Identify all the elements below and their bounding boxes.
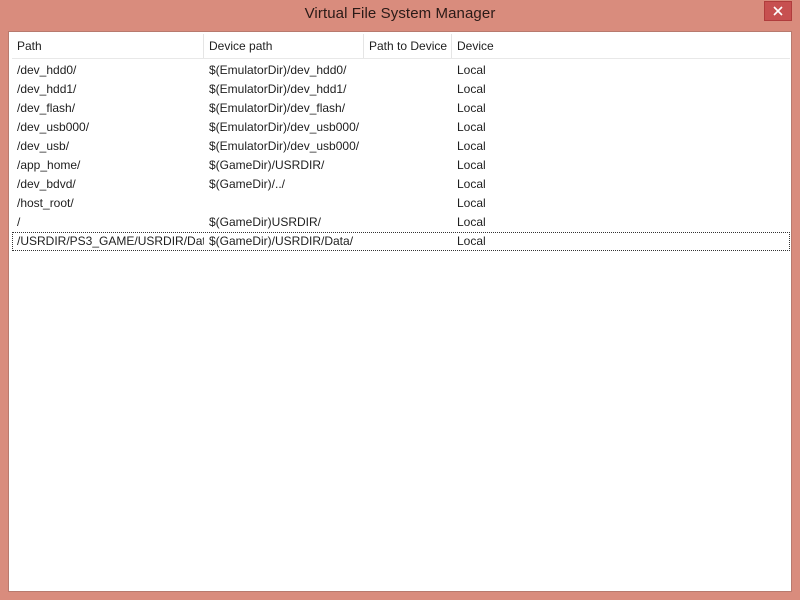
table-row[interactable]: /dev_hdd0/ $(EmulatorDir)/dev_hdd0/Local [12, 61, 790, 80]
cell-path: /dev_usb/ [17, 139, 70, 153]
cell-device: Local [457, 234, 486, 248]
cell-device-path: $(EmulatorDir)/dev_hdd1/ [209, 82, 347, 96]
cell-path: /host_root/ [17, 196, 74, 210]
table-row[interactable]: /dev_usb/ $(EmulatorDir)/dev_usb000/Local [12, 137, 790, 156]
cell-path: / [17, 215, 21, 229]
cell-path: /dev_bdvd/ [17, 177, 76, 191]
cell-path: /app_home/ [17, 158, 81, 172]
cell-device-path: $(GameDir)USRDIR/ [209, 215, 322, 229]
cell-device-path: $(GameDir)/USRDIR/Data/ [209, 234, 354, 248]
table-body: /dev_hdd0/$(EmulatorDir)/dev_hdd0/Local /… [12, 61, 790, 251]
title-bar[interactable]: Virtual File System Manager [0, 0, 800, 32]
table-row[interactable]: /dev_bdvd/ $(GameDir)/../ Local [12, 175, 790, 194]
cell-path-to-device [364, 99, 452, 118]
column-header-path-to-device[interactable]: Path to Device [364, 34, 452, 58]
table-row[interactable]: /dev_flash/ $(EmulatorDir)/dev_flash/Loca… [12, 99, 790, 118]
cell-path: /dev_usb000/ [17, 120, 90, 134]
vfs-table: Path Device path Path to Device Device /… [12, 34, 790, 251]
cell-path-to-device [364, 213, 452, 232]
vfs-list-view[interactable]: Path Device path Path to Device Device /… [8, 31, 792, 592]
cell-device: Local [457, 120, 486, 134]
cell-path-to-device [364, 80, 452, 99]
cell-device-path [204, 194, 364, 213]
cell-path: /USRDIR/PS3_GAME/USRDIR/Data/ [17, 234, 204, 248]
cell-device: Local [457, 196, 486, 210]
app-window: Virtual File System Manager Path Device … [0, 0, 800, 600]
cell-path: /dev_hdd0/ [17, 63, 77, 77]
cell-device: Local [457, 63, 486, 77]
table-row[interactable]: /host_root/Local [12, 194, 790, 213]
cell-device: Local [457, 215, 486, 229]
cell-path: /dev_flash/ [17, 101, 76, 115]
cell-path: /dev_hdd1/ [17, 82, 77, 96]
cell-path-to-device [364, 61, 452, 80]
table-row[interactable]: /dev_hdd1/ $(EmulatorDir)/dev_hdd1/Local [12, 80, 790, 99]
cell-device: Local [457, 82, 486, 96]
cell-device: Local [457, 139, 486, 153]
table-header: Path Device path Path to Device Device [12, 34, 790, 59]
column-header-device[interactable]: Device [452, 34, 790, 58]
cell-device-path: $(GameDir)/../ [209, 177, 286, 191]
cell-device-path: $(GameDir)/USRDIR/ [209, 158, 325, 172]
table-row[interactable]: /USRDIR/PS3_GAME/USRDIR/Data/ $(GameDir)/… [12, 232, 790, 251]
cell-device: Local [457, 101, 486, 115]
cell-path-to-device [364, 118, 452, 137]
cell-path-to-device [364, 137, 452, 156]
column-header-device-path[interactable]: Device path [204, 34, 364, 58]
cell-path-to-device [364, 175, 452, 194]
cell-device-path: $(EmulatorDir)/dev_usb000/ [209, 139, 360, 153]
close-button[interactable] [764, 1, 792, 21]
cell-device-path: $(EmulatorDir)/dev_flash/ [209, 101, 346, 115]
cell-path-to-device [364, 194, 452, 213]
cell-path-to-device [364, 232, 452, 251]
window-title: Virtual File System Manager [304, 5, 496, 22]
cell-device: Local [457, 158, 486, 172]
table-row[interactable]: /dev_usb000/ $(EmulatorDir)/dev_usb000/Lo… [12, 118, 790, 137]
cell-device-path: $(EmulatorDir)/dev_usb000/ [209, 120, 360, 134]
column-header-path[interactable]: Path [12, 34, 204, 58]
close-icon [773, 6, 783, 16]
cell-device-path: $(EmulatorDir)/dev_hdd0/ [209, 63, 347, 77]
table-row[interactable]: /app_home/ $(GameDir)/USRDIR/Local [12, 156, 790, 175]
cell-device: Local [457, 177, 486, 191]
table-row[interactable]: / $(GameDir)USRDIR/Local [12, 213, 790, 232]
cell-path-to-device [364, 156, 452, 175]
